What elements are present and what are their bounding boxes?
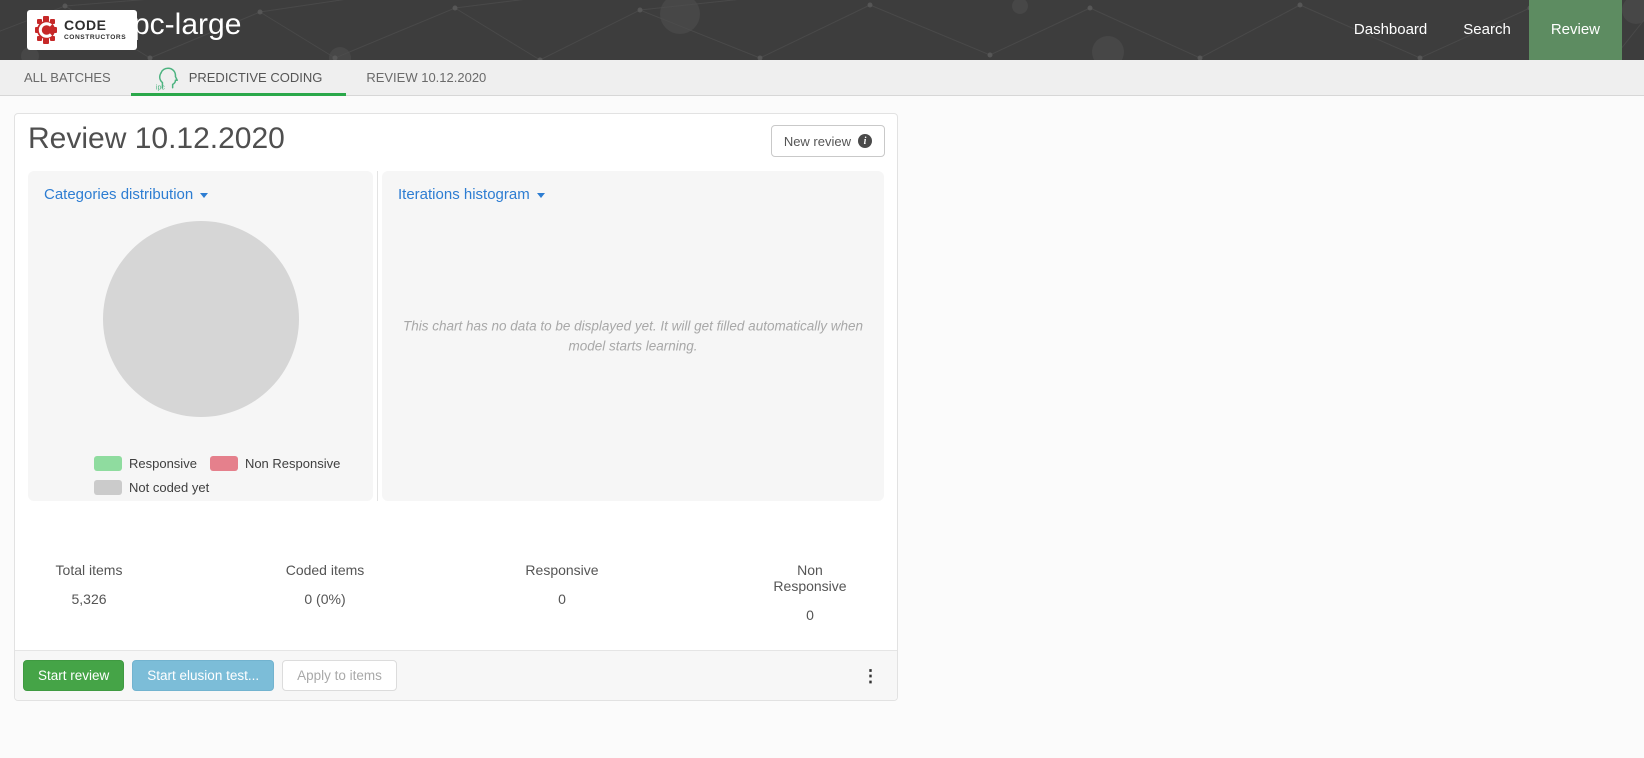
tab-predictive-coding[interactable]: ipc PREDICTIVE CODING xyxy=(131,60,347,95)
legend-item-non-responsive: Non Responsive xyxy=(210,456,340,471)
iterations-histogram-dropdown[interactable]: Iterations histogram xyxy=(398,186,545,203)
batch-tab-bar: ALL BATCHES ipc PREDICTIVE CODING REVIEW… xyxy=(0,60,1644,96)
nav-item-search[interactable]: Search xyxy=(1445,0,1529,60)
company-logo[interactable]: CODE CONSTRUCTORS xyxy=(27,10,137,50)
stat-non-responsive-value: 0 xyxy=(767,607,854,623)
legend-non-responsive-label: Non Responsive xyxy=(245,456,340,471)
stat-responsive-value: 0 xyxy=(525,591,598,607)
start-review-button[interactable]: Start review xyxy=(23,660,124,691)
new-review-button[interactable]: New review i xyxy=(771,125,885,157)
stat-non-responsive: Non Responsive 0 xyxy=(767,562,854,623)
iterations-histogram-panel: Iterations histogram This chart has no d… xyxy=(382,171,884,501)
panel-divider xyxy=(373,171,382,501)
nav-item-review[interactable]: Review xyxy=(1529,0,1622,60)
project-name: pc-large xyxy=(133,8,241,42)
tab-review-date-label: REVIEW 10.12.2020 xyxy=(366,70,486,85)
stat-non-responsive-label: Non Responsive xyxy=(767,562,854,594)
kebab-menu-icon[interactable]: ⋮ xyxy=(862,667,879,684)
tab-predictive-coding-label: PREDICTIVE CODING xyxy=(189,70,323,85)
card-footer: Start review Start elusion test... Apply… xyxy=(15,650,897,700)
info-icon: i xyxy=(858,134,872,148)
legend-responsive-label: Responsive xyxy=(129,456,197,471)
categories-distribution-title: Categories distribution xyxy=(44,186,193,203)
chevron-down-icon xyxy=(537,193,545,198)
stat-coded-items-label: Coded items xyxy=(286,562,365,578)
new-review-button-label: New review xyxy=(784,134,851,149)
legend-not-coded-label: Not coded yet xyxy=(129,480,209,495)
responsive-color-swatch xyxy=(94,456,122,471)
not-coded-color-swatch xyxy=(94,480,122,495)
stat-total-items-label: Total items xyxy=(56,562,123,578)
legend-item-not-coded: Not coded yet xyxy=(94,480,209,495)
logo-line1: CODE xyxy=(64,18,126,32)
iterations-histogram-title: Iterations histogram xyxy=(398,186,530,203)
tab-all-batches-label: ALL BATCHES xyxy=(24,70,111,85)
charts-area: Categories distribution Responsive Non R… xyxy=(28,171,884,501)
stat-total-items: Total items 5,326 xyxy=(56,562,123,607)
svg-text:ipc: ipc xyxy=(156,85,165,91)
empty-chart-message: This chart has no data to be displayed y… xyxy=(397,316,869,355)
non-responsive-color-swatch xyxy=(210,456,238,471)
stat-coded-items-value: 0 (0%) xyxy=(286,591,365,607)
stats-row: Total items 5,326 Coded items 0 (0%) Res… xyxy=(15,562,897,632)
review-card: Review 10.12.2020 New review i Categorie… xyxy=(14,113,898,701)
stat-total-items-value: 5,326 xyxy=(56,591,123,607)
chevron-down-icon xyxy=(200,193,208,198)
gear-c-logo-icon xyxy=(35,15,57,45)
categories-distribution-panel: Categories distribution Responsive Non R… xyxy=(28,171,373,501)
app-header: CODE CONSTRUCTORS pc-large Dashboard Sea… xyxy=(0,0,1644,60)
stat-coded-items: Coded items 0 (0%) xyxy=(286,562,365,607)
company-logo-text: CODE CONSTRUCTORS xyxy=(64,18,126,42)
main-nav: Dashboard Search Review xyxy=(1336,0,1622,60)
review-title: Review 10.12.2020 xyxy=(28,122,285,156)
tab-all-batches[interactable]: ALL BATCHES xyxy=(24,60,111,95)
logo-line2: CONSTRUCTORS xyxy=(64,35,126,42)
stat-responsive-label: Responsive xyxy=(525,562,598,578)
tab-review-date[interactable]: REVIEW 10.12.2020 xyxy=(366,60,486,95)
start-elusion-test-button[interactable]: Start elusion test... xyxy=(132,660,274,691)
pie-legend: Responsive Non Responsive Not coded yet xyxy=(94,456,340,504)
apply-to-items-button[interactable]: Apply to items xyxy=(282,660,397,691)
nav-item-dashboard[interactable]: Dashboard xyxy=(1336,0,1445,60)
stat-responsive: Responsive 0 xyxy=(525,562,598,607)
categories-distribution-dropdown[interactable]: Categories distribution xyxy=(44,186,208,203)
legend-item-responsive: Responsive xyxy=(94,456,197,471)
predictive-coding-head-icon: ipc xyxy=(155,64,181,91)
categories-pie-chart xyxy=(103,221,299,417)
